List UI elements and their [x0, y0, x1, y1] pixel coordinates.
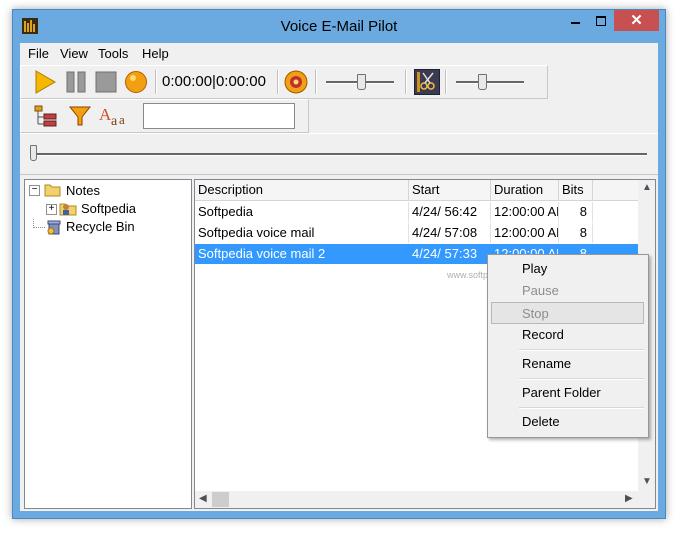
cut-audio-icon[interactable]: [414, 69, 440, 95]
menu-separator: [519, 378, 644, 380]
toolbar-separator: [405, 70, 407, 94]
maximize-icon: [596, 16, 606, 26]
folder-tree: − Notes + Softpedia Recycle Bin: [24, 179, 192, 509]
speed-slider[interactable]: [456, 81, 524, 84]
menu-separator: [519, 349, 644, 351]
cell-bits: 8: [559, 223, 593, 243]
toolbar-separator: [445, 70, 447, 94]
close-icon: ✕: [630, 12, 643, 29]
tree-view-icon[interactable]: [33, 104, 59, 128]
collapse-icon[interactable]: −: [29, 185, 40, 196]
context-parent-folder[interactable]: Parent Folder: [491, 382, 644, 404]
menu-view[interactable]: View: [60, 46, 88, 61]
minimize-icon: [571, 22, 580, 24]
tree-item-label: Softpedia: [81, 201, 136, 216]
cell-description: Softpedia voice mail 2: [195, 244, 409, 264]
svg-text:a: a: [111, 114, 118, 128]
context-rename[interactable]: Rename: [491, 353, 644, 375]
cell-description: Softpedia voice mail: [195, 223, 409, 243]
toolbar-separator: [155, 70, 157, 94]
horizontal-scroll-thumb[interactable]: [212, 492, 229, 507]
minimize-button[interactable]: [562, 10, 588, 31]
menu-item-label: Parent Folder: [522, 385, 601, 400]
table-row[interactable]: Softpedia voice mail 4/24/ 57:08 12:00:0…: [195, 223, 639, 243]
menu-item-label: Rename: [522, 356, 572, 371]
menu-item-label: Pause: [522, 283, 559, 298]
scroll-up-icon[interactable]: ▲: [642, 182, 652, 193]
scroll-left-icon[interactable]: ◀: [199, 493, 207, 504]
stop-icon[interactable]: [94, 70, 118, 94]
list-header: Description Start Duration Bits: [195, 180, 639, 201]
title-bar[interactable]: Voice E-Mail Pilot ✕: [13, 10, 665, 43]
table-row[interactable]: Softpedia 4/24/ 56:42 12:00:00 AM 8: [195, 202, 639, 222]
close-button[interactable]: ✕: [614, 10, 659, 31]
seek-bar: [20, 133, 658, 175]
recycle-bin-icon: [47, 220, 61, 235]
record-icon[interactable]: [124, 70, 148, 94]
time-display: 0:00:00|0:00:00: [162, 73, 266, 90]
expand-icon[interactable]: +: [46, 204, 57, 215]
play-icon[interactable]: [33, 70, 57, 94]
context-play[interactable]: Play: [491, 258, 644, 280]
menu-separator: [519, 407, 644, 409]
menu-help[interactable]: Help: [142, 46, 169, 61]
horizontal-scrollbar[interactable]: ◀ ▶: [195, 491, 638, 508]
filter-icon[interactable]: [68, 104, 92, 128]
pause-icon[interactable]: [64, 70, 88, 94]
cell-start: 4/24/ 57:33: [409, 244, 491, 264]
position-slider-thumb[interactable]: [30, 145, 37, 161]
menu-item-label: Play: [522, 261, 548, 276]
menu-tools[interactable]: Tools: [98, 46, 128, 61]
maximize-button[interactable]: [588, 10, 614, 31]
cell-start: 4/24/ 57:08: [409, 223, 491, 243]
volume-slider-thumb[interactable]: [357, 74, 366, 90]
cell-bits: 8: [559, 202, 593, 222]
cell-start: 4/24/ 56:42: [409, 202, 491, 222]
position-slider[interactable]: [33, 153, 647, 156]
tree-item-recycle-bin[interactable]: Recycle Bin: [29, 219, 159, 237]
folder-icon: [44, 184, 61, 197]
search-input[interactable]: [143, 103, 295, 129]
column-duration[interactable]: Duration: [491, 180, 559, 200]
menu-item-label: Delete: [522, 414, 560, 429]
tree-item-label: Notes: [66, 183, 100, 198]
cell-duration: 12:00:00 AM: [491, 223, 559, 243]
menu-file[interactable]: File: [28, 46, 49, 61]
scroll-down-icon[interactable]: ▼: [642, 476, 652, 487]
tree-item-notes[interactable]: − Notes: [29, 183, 129, 201]
context-delete[interactable]: Delete: [491, 411, 644, 433]
font-icon[interactable]: A a a: [98, 104, 130, 128]
menu-item-label: Stop: [522, 306, 549, 321]
cell-description: Softpedia: [195, 202, 409, 222]
playback-toolbar: 0:00:00|0:00:00: [20, 65, 548, 99]
column-start[interactable]: Start: [409, 180, 491, 200]
tree-line: [33, 219, 45, 228]
column-description[interactable]: Description: [195, 180, 409, 200]
cell-duration: 12:00:00 AM: [491, 202, 559, 222]
menu-item-label: Record: [522, 327, 564, 342]
tree-item-softpedia[interactable]: + Softpedia: [46, 201, 166, 219]
toolbar-separator: [277, 70, 279, 94]
toolbar-separator: [315, 70, 317, 94]
menu-bar: File View Tools Help: [20, 43, 658, 63]
context-record[interactable]: Record: [491, 324, 644, 346]
context-stop: Stop: [491, 302, 644, 324]
context-menu: Play Pause Stop Record Rename Parent Fol…: [487, 254, 649, 438]
speed-slider-thumb[interactable]: [478, 74, 487, 90]
context-pause: Pause: [491, 280, 644, 302]
scroll-right-icon[interactable]: ▶: [625, 493, 633, 504]
user-folder-icon: [59, 203, 77, 216]
svg-text:a: a: [119, 112, 125, 127]
speaker-icon[interactable]: [283, 70, 309, 94]
tools-toolbar: A a a: [20, 99, 309, 133]
tree-item-label: Recycle Bin: [66, 219, 135, 234]
column-bits[interactable]: Bits: [559, 180, 593, 200]
scroll-corner: [638, 491, 655, 508]
